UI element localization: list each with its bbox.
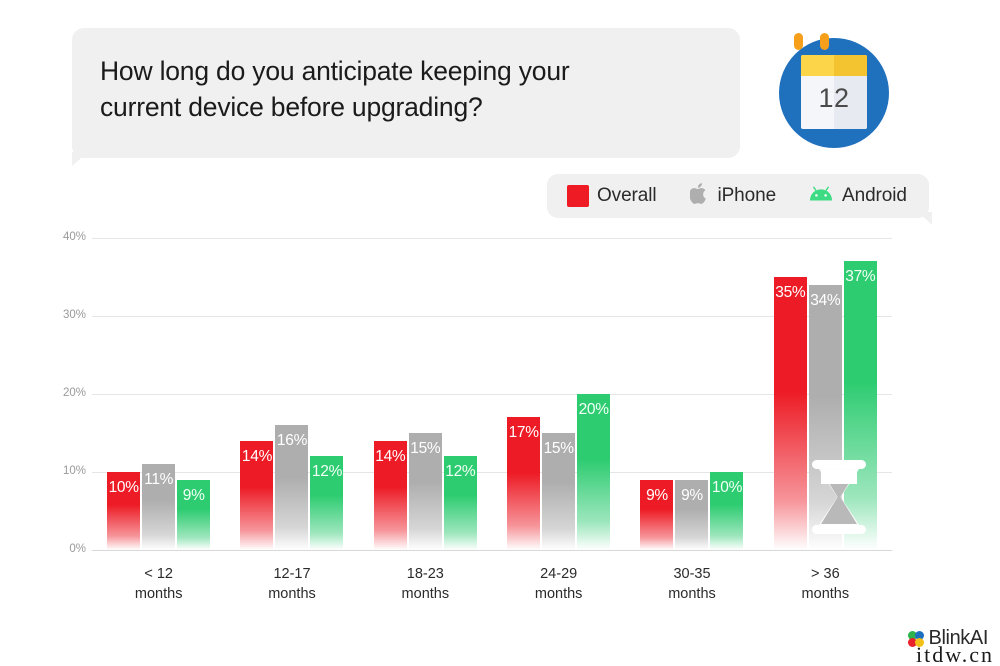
x-axis-label-line: 30-35 [673,566,711,582]
bar-value-label: 11% [144,471,174,489]
x-axis-label-line: months [801,585,850,602]
bar-value-label: 14% [375,447,406,465]
bar-iphone[interactable]: 15% [542,433,576,550]
x-axis-label-line: 24-29 [540,566,578,582]
x-axis-label-line: months [268,585,316,602]
bar-overall[interactable]: 35% [773,277,807,550]
bar-value-label: 12% [311,463,343,481]
y-axis-tick-label: 40% [62,231,86,243]
bar-overall[interactable]: 14% [373,440,407,550]
x-axis-label-line: 12-17 [273,566,311,582]
bar-overall[interactable]: 14% [240,440,274,550]
site-watermark: itdw.cn [916,642,994,666]
bar-iphone[interactable]: 15% [408,433,442,550]
bar-overall[interactable]: 10% [107,472,141,550]
bar-fill [773,277,807,550]
x-axis-tick-label: 18-23 months [358,565,492,604]
bar-android[interactable]: 12% [310,456,344,550]
x-axis-label-line: < 12 [144,566,173,582]
calendar-ring-right [820,33,829,50]
bar-value-label: 20% [578,401,609,418]
apple-logo-icon [689,182,709,210]
bar-value-label: 14% [241,447,273,465]
hourglass-sand [821,470,857,484]
calendar-header-shade [834,55,867,76]
chart-legend: Overall iPhone Android [547,174,929,218]
bar-value-label: 17% [508,424,539,442]
bar-value-label: 10% [711,479,743,496]
x-axis-tick-label: > 36 months [758,565,892,604]
calendar-ring-left [794,33,803,50]
y-axis-tick-label: 30% [62,309,86,321]
bar-iphone[interactable]: 11% [142,464,176,550]
bar-chart-plot-area: 0% 10% 20% 30% 40% 10% 11% 9% 14% 16% 12% 14% 15% 12%… [63,231,892,555]
legend-item-iphone[interactable]: iPhone [689,182,777,210]
infographic-root: How long do you anticipate keeping your … [0,0,1000,666]
bar-android[interactable]: 20% [577,394,611,550]
gridline [92,550,892,551]
bar-value-label: 15% [543,440,574,457]
bar-group: 10% 11% 9% [92,238,225,550]
bar-value-label: 16% [276,432,308,450]
question-line-1: How long do you anticipate keeping your [100,56,570,86]
legend-item-android[interactable]: Android [808,185,907,207]
bar-group: 14% 15% 12% [359,238,492,550]
android-robot-icon [808,186,834,207]
x-axis-label-line: > 36 [811,566,840,582]
calendar-paper: 12 [801,55,867,129]
bar-android[interactable]: 10% [710,472,744,550]
bar-android[interactable]: 12% [443,456,477,550]
bar-value-label: 34% [810,291,841,309]
bar-group: 14% 16% 12% [225,238,358,550]
x-axis-labels: < 12 months 12-17 months 18-23 months 24-29 mon… [92,565,892,615]
hourglass-cap-top [812,460,866,469]
x-axis-tick-label: 24-29 months [492,565,626,604]
y-axis-tick-label: 0% [69,543,86,555]
x-axis-label-line: months [534,585,583,602]
bar-value-label: 15% [410,440,441,457]
bar-overall[interactable]: 9% [640,479,674,550]
bar-group: 9% 9% 10% [625,238,758,550]
x-axis-tick-label: 30-35 months [625,565,759,604]
legend-label-iphone: iPhone [717,185,777,206]
red-square-icon [567,185,589,207]
y-axis-tick-label: 20% [62,387,86,399]
question-line-2: current device before upgrading? [100,91,483,122]
bar-value-label: 9% [646,486,668,504]
bar-overall[interactable]: 17% [507,417,541,550]
bar-value-label: 12% [445,463,476,481]
legend-label-overall: Overall [597,185,657,206]
bar-group: 17% 15% 20% [492,238,625,550]
x-axis-tick-label: < 12 months [92,565,226,604]
hourglass-cap-bottom [812,525,866,534]
calendar-day-number: 12 [818,83,850,113]
bar-value-label: 35% [775,284,806,301]
bar-iphone[interactable]: 9% [675,479,709,550]
bar-value-label: 9% [681,486,703,504]
bar-iphone[interactable]: 16% [275,425,309,550]
calendar-icon: 12 [779,33,889,148]
legend-item-overall[interactable]: Overall [567,185,657,207]
x-axis-label-line: 18-23 [406,566,444,582]
x-axis-label-line: months [668,585,716,602]
x-axis-label-line: months [401,585,450,602]
bar-value-label: 37% [845,268,876,286]
legend-label-android: Android [842,185,907,206]
bar-value-label: 9% [182,486,205,504]
question-bubble: How long do you anticipate keeping your … [72,28,740,158]
hourglass-icon [812,460,866,534]
bar-android[interactable]: 9% [177,479,211,550]
bar-value-label: 10% [108,479,139,496]
x-axis-tick-label: 12-17 months [225,565,359,604]
y-axis-tick-label: 10% [62,465,86,477]
x-axis-label-line: months [134,585,183,602]
